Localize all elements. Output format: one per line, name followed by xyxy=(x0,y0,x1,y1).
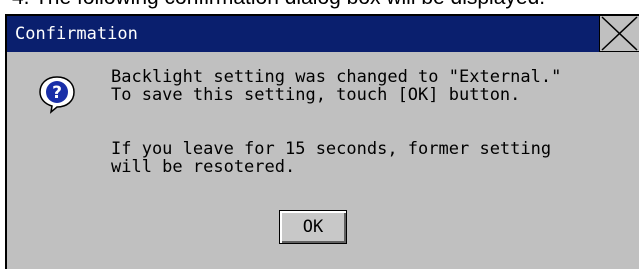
confirmation-dialog: Confirmation ? Backlight setting was cha… xyxy=(5,14,639,269)
close-button[interactable] xyxy=(599,16,639,52)
close-icon xyxy=(601,16,638,51)
dialog-title: Confirmation xyxy=(15,24,138,44)
dialog-warning: If you leave for 15 seconds, former sett… xyxy=(111,140,551,176)
message-line-1: Backlight setting was changed to "Extern… xyxy=(111,67,562,87)
message-line-2: To save this setting, touch [OK] button. xyxy=(111,85,521,105)
dialog-message: Backlight setting was changed to "Extern… xyxy=(111,68,561,104)
instruction-caption: 4. The following confirmation dialog box… xyxy=(12,0,632,10)
svg-text:?: ? xyxy=(52,83,62,103)
ok-button[interactable]: OK xyxy=(279,210,347,244)
message-line-3: If you leave for 15 seconds, former sett… xyxy=(111,139,552,159)
message-line-4: will be resotered. xyxy=(111,157,296,177)
question-icon: ? xyxy=(39,76,75,114)
dialog-titlebar: Confirmation xyxy=(7,16,639,52)
